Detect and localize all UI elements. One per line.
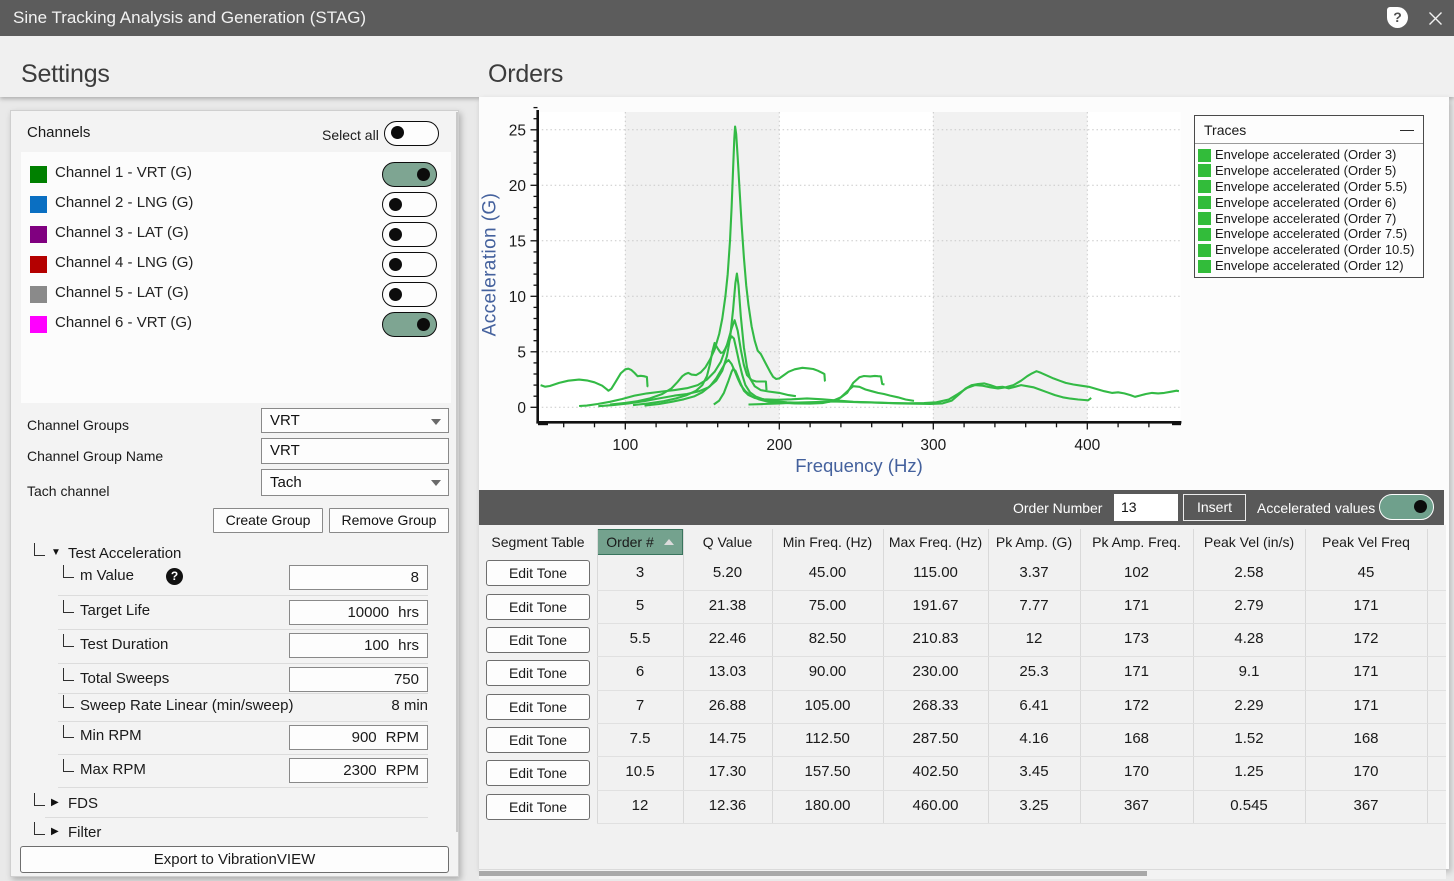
svg-text:15: 15 (509, 233, 526, 250)
svg-text:Frequency (Hz): Frequency (Hz) (795, 455, 922, 476)
svg-text:200: 200 (766, 437, 792, 454)
svg-text:25: 25 (509, 122, 526, 139)
svg-text:10: 10 (509, 289, 527, 306)
svg-text:0: 0 (517, 400, 526, 417)
svg-text:100: 100 (612, 437, 638, 454)
svg-text:5: 5 (517, 344, 526, 361)
svg-text:400: 400 (1074, 437, 1100, 454)
svg-text:300: 300 (920, 437, 946, 454)
svg-text:20: 20 (509, 178, 527, 195)
svg-text:Acceleration (G): Acceleration (G) (480, 193, 501, 337)
